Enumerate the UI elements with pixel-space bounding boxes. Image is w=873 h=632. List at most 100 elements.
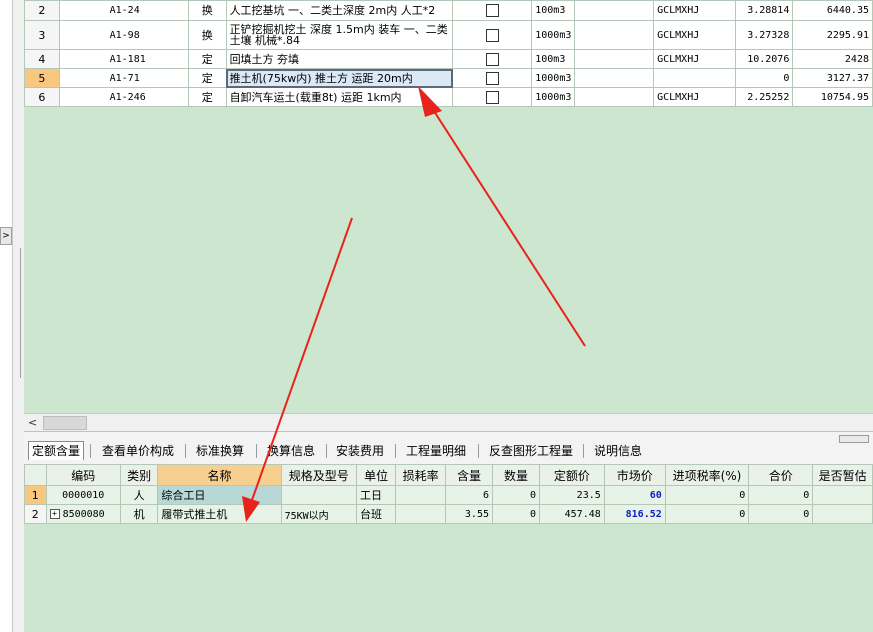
header-spec[interactable]: 规格及型号: [280, 464, 357, 486]
quota-type[interactable]: 换: [187, 20, 227, 50]
empty-cell[interactable]: [574, 20, 655, 50]
resource-total[interactable]: 0: [748, 485, 814, 505]
quota-code[interactable]: A1-71: [58, 68, 189, 88]
tab-conversion-info[interactable]: 换算信息: [267, 442, 315, 460]
quota-qty[interactable]: 10.2076: [734, 49, 794, 69]
quota-qty[interactable]: 2.25252: [734, 87, 794, 107]
quota-amount[interactable]: 3127.37: [792, 68, 873, 88]
resource-unit[interactable]: 工日: [355, 485, 397, 505]
row-checkbox[interactable]: [485, 71, 499, 85]
checkbox-cell[interactable]: [452, 0, 533, 21]
header-quantity[interactable]: 数量: [492, 464, 540, 486]
checkbox-cell[interactable]: [452, 68, 533, 88]
resource-quota-price[interactable]: 457.48: [538, 504, 605, 524]
resource-quantity[interactable]: 0: [492, 504, 540, 524]
quota-qty[interactable]: 3.28814: [734, 0, 794, 21]
header-quota-price[interactable]: 定额价: [538, 464, 605, 486]
quota-name[interactable]: 人工挖基坑 一、二类土深度 2m内 人工*2: [225, 0, 454, 21]
header-tax-rate[interactable]: 进项税率(%): [664, 464, 750, 486]
quota-category[interactable]: GCLMXHJ: [653, 49, 736, 69]
resource-loss[interactable]: [395, 485, 446, 505]
tab-quantity-details[interactable]: 工程量明细: [406, 442, 466, 460]
quota-code[interactable]: A1-181: [58, 49, 189, 69]
resource-category[interactable]: 机: [119, 504, 159, 524]
empty-cell[interactable]: [574, 0, 655, 21]
resource-quota-price[interactable]: 23.5: [538, 485, 605, 505]
resource-content[interactable]: 6: [444, 485, 494, 505]
quota-category[interactable]: GCLMXHJ: [653, 87, 736, 107]
quota-type[interactable]: 换: [187, 0, 227, 21]
checkbox-cell[interactable]: [452, 20, 533, 50]
quota-type[interactable]: 定: [187, 87, 227, 107]
row-checkbox[interactable]: [485, 52, 499, 66]
checkbox-cell[interactable]: [452, 49, 533, 69]
quota-code[interactable]: A1-24: [58, 0, 189, 21]
table-row[interactable]: 2 A1-24 换 人工挖基坑 一、二类土深度 2m内 人工*2 100m3 G…: [24, 0, 873, 21]
row-number[interactable]: 3: [24, 20, 60, 50]
resource-total[interactable]: 0: [748, 504, 814, 524]
tab-quota-content[interactable]: 定额含量: [28, 441, 85, 460]
header-category[interactable]: 类别: [119, 464, 159, 486]
scrollbar-thumb[interactable]: [43, 416, 87, 430]
quota-category[interactable]: GCLMXHJ: [653, 20, 736, 50]
quota-name[interactable]: 自卸汽车运土(载重8t) 运距 1km内: [225, 87, 454, 107]
header-content[interactable]: 含量: [444, 464, 494, 486]
quota-code[interactable]: A1-98: [58, 20, 189, 50]
resource-market-price[interactable]: 816.52: [603, 504, 666, 524]
tab-unit-price-composition[interactable]: 查看单价构成: [102, 442, 174, 460]
quota-type[interactable]: 定: [187, 49, 227, 69]
quota-category[interactable]: [653, 68, 736, 88]
row-number[interactable]: 2: [24, 0, 60, 21]
quota-name[interactable]: 回填土方 夯填: [225, 49, 454, 69]
table-row[interactable]: 3 A1-98 换 正铲挖掘机挖土 深度 1.5m内 装车 一、二类土壤 机械*…: [24, 20, 873, 50]
quota-amount[interactable]: 2295.91: [792, 20, 873, 50]
header-unit[interactable]: 单位: [355, 464, 397, 486]
resource-provisional[interactable]: [812, 485, 873, 505]
row-number[interactable]: 2: [24, 504, 47, 524]
header-name[interactable]: 名称: [157, 464, 282, 486]
header-market-price[interactable]: 市场价: [603, 464, 666, 486]
table-row[interactable]: 4 A1-181 定 回填土方 夯填 100m3 GCLMXHJ 10.2076…: [24, 49, 873, 69]
quota-type[interactable]: 定: [187, 68, 227, 88]
row-checkbox[interactable]: [485, 90, 499, 104]
quota-category[interactable]: GCLMXHJ: [653, 0, 736, 21]
quota-unit[interactable]: 1000m3: [531, 68, 576, 88]
table-row-selected[interactable]: 5 A1-71 定 推土机(75kw内) 推土方 运距 20m内 1000m3 …: [24, 68, 873, 88]
resource-tax-rate[interactable]: 0: [664, 485, 750, 505]
row-number[interactable]: 1: [24, 485, 47, 505]
tab-mini-scrollbar[interactable]: [839, 435, 869, 443]
resource-quantity[interactable]: 0: [492, 485, 540, 505]
resource-spec[interactable]: 75KW以内: [280, 504, 357, 524]
quota-unit[interactable]: 100m3: [531, 0, 576, 21]
row-checkbox[interactable]: [485, 28, 499, 42]
resource-market-price[interactable]: 60: [603, 485, 666, 505]
resource-row[interactable]: 2 +8500080 机 履带式推土机 75KW以内 台班 3.55 0 457…: [24, 504, 873, 524]
resource-code-cell[interactable]: +8500080: [45, 504, 121, 524]
resource-code[interactable]: 0000010: [45, 485, 121, 505]
resource-name[interactable]: 综合工日: [157, 485, 282, 505]
resource-unit[interactable]: 台班: [355, 504, 397, 524]
quota-amount[interactable]: 10754.95: [792, 87, 873, 107]
checkbox-cell[interactable]: [452, 87, 533, 107]
resource-tax-rate[interactable]: 0: [664, 504, 750, 524]
expand-plus-icon[interactable]: +: [49, 508, 60, 519]
header-provisional[interactable]: 是否暂估: [812, 464, 873, 486]
quota-unit[interactable]: 100m3: [531, 49, 576, 69]
quota-qty[interactable]: 3.27328: [734, 20, 794, 50]
empty-cell[interactable]: [574, 68, 655, 88]
empty-cell[interactable]: [574, 49, 655, 69]
tab-reverse-graphic-quantity[interactable]: 反查图形工程量: [489, 442, 573, 460]
quota-name-editing[interactable]: 推土机(75kw内) 推土方 运距 20m内: [225, 68, 454, 88]
quota-unit[interactable]: 1000m3: [531, 87, 576, 107]
header-code[interactable]: 编码: [45, 464, 121, 486]
resource-name[interactable]: 履带式推土机: [157, 504, 282, 524]
horizontal-scrollbar[interactable]: <: [24, 413, 873, 431]
header-loss-rate[interactable]: 损耗率: [395, 464, 446, 486]
quota-code[interactable]: A1-246: [58, 87, 189, 107]
quota-unit[interactable]: 1000m3: [531, 20, 576, 50]
row-number[interactable]: 6: [24, 87, 60, 107]
quota-name[interactable]: 正铲挖掘机挖土 深度 1.5m内 装车 一、二类土壤 机械*.84: [225, 20, 454, 50]
quota-amount[interactable]: 2428: [792, 49, 873, 69]
tab-installation-cost[interactable]: 安装费用: [336, 442, 384, 460]
empty-cell[interactable]: [574, 87, 655, 107]
